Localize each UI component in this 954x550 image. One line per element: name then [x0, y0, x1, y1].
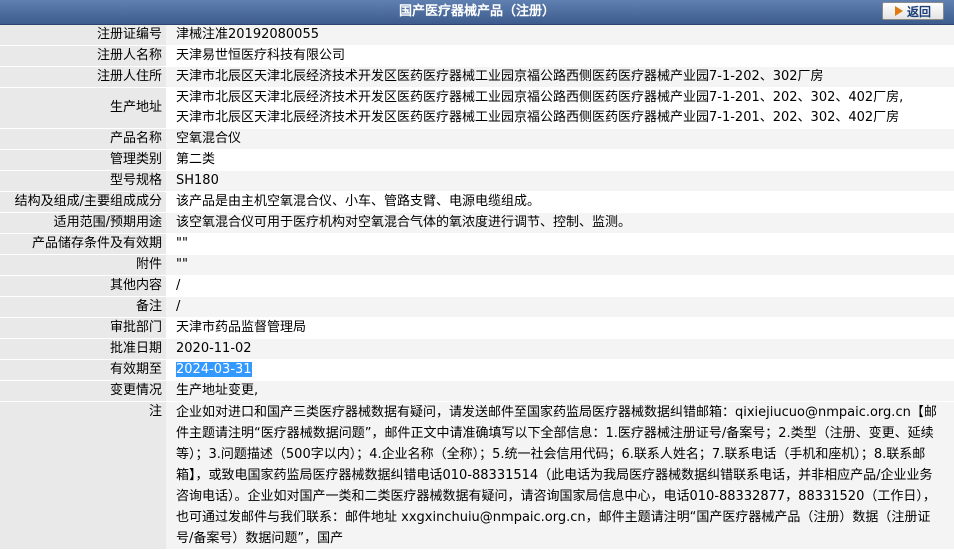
remark-text: 企业如对进口和国产三类医疗器械数据有疑问，请发送邮件至国家药监局医疗器械数据纠错…	[176, 405, 937, 546]
field-value: 第二类	[166, 149, 954, 171]
field-value: 该空氧混合仪可用于医疗机构对空氧混合气体的氧浓度进行调节、控制、监测。	[166, 212, 954, 234]
field-label: 注册人名称	[0, 45, 166, 67]
field-value: 天津市药品监督管理局	[166, 317, 954, 339]
table-row: 备注 /	[0, 296, 954, 318]
field-value: 天津市北辰区天津北辰经济技术开发区医药医疗器械工业园京福公路西侧医药医疗器械产业…	[166, 66, 954, 88]
field-label: 附件	[0, 254, 166, 276]
field-label: 注册证编号	[0, 25, 166, 46]
field-value: 空氧混合仪	[166, 128, 954, 150]
back-button[interactable]: 返回	[882, 2, 944, 20]
field-label: 结构及组成/主要组成成分	[0, 191, 166, 213]
field-value: ""	[166, 233, 954, 255]
table-row: 注册证编号 津械注准20192080055	[0, 25, 954, 46]
field-label: 审批部门	[0, 317, 166, 339]
field-value: 天津市北辰区天津北辰经济技术开发区医药医疗器械工业园京福公路西侧医药医疗器械产业…	[166, 87, 954, 129]
field-value: 天津易世恒医疗科技有限公司	[166, 45, 954, 67]
field-value: SH180	[166, 170, 954, 192]
table-row: 管理类别 第二类	[0, 149, 954, 171]
field-value: 该产品是由主机空氧混合仪、小车、管路支臂、电源电缆组成。	[166, 191, 954, 213]
field-label: 适用范围/预期用途	[0, 212, 166, 234]
table-row: 批准日期 2020-11-02	[0, 338, 954, 360]
table-row: 型号规格 SH180	[0, 170, 954, 192]
page-title: 国产医疗器械产品（注册）	[398, 4, 555, 19]
table-row: 审批部门 天津市药品监督管理局	[0, 317, 954, 339]
detail-table: 注册证编号 津械注准20192080055 注册人名称 天津易世恒医疗科技有限公…	[0, 25, 954, 550]
field-label: 注册人住所	[0, 66, 166, 88]
table-row: 注册人名称 天津易世恒医疗科技有限公司	[0, 45, 954, 67]
table-row: 适用范围/预期用途 该空氧混合仪可用于医疗机构对空氧混合气体的氧浓度进行调节、控…	[0, 212, 954, 234]
table-row: 其他内容 /	[0, 275, 954, 297]
field-value: 2024-03-31	[166, 359, 954, 381]
field-label: 生产地址	[0, 87, 166, 129]
production-address-line-1: 天津市北辰区天津北辰经济技术开发区医药医疗器械工业园京福公路西侧医药医疗器械产业…	[176, 90, 904, 105]
field-value: 2020-11-02	[166, 338, 954, 360]
field-label: 其他内容	[0, 275, 166, 297]
field-value: /	[166, 275, 954, 297]
field-label: 备注	[0, 296, 166, 318]
table-row: 附件 ""	[0, 254, 954, 276]
table-row: 产品储存条件及有效期 ""	[0, 233, 954, 255]
remark-label: 注	[0, 401, 166, 550]
field-label: 产品名称	[0, 128, 166, 150]
table-row: 变更情况 生产地址变更,	[0, 380, 954, 402]
field-value: /	[166, 296, 954, 318]
field-label: 产品储存条件及有效期	[0, 233, 166, 255]
table-row: 结构及组成/主要组成成分 该产品是由主机空氧混合仪、小车、管路支臂、电源电缆组成…	[0, 191, 954, 213]
field-value: ""	[166, 254, 954, 276]
back-button-label: 返回	[906, 4, 931, 19]
remark-value: 企业如对进口和国产三类医疗器械数据有疑问，请发送邮件至国家药监局医疗器械数据纠错…	[166, 401, 954, 550]
field-label: 管理类别	[0, 149, 166, 171]
arrow-right-icon	[894, 6, 903, 16]
field-value: 津械注准20192080055	[166, 25, 954, 46]
field-label: 批准日期	[0, 338, 166, 360]
production-address-line-2: 天津市北辰区天津北辰经济技术开发区医药医疗器械工业园京福公路西侧医药医疗器械产业…	[176, 110, 900, 125]
field-value: 生产地址变更,	[166, 380, 954, 402]
field-label: 变更情况	[0, 380, 166, 402]
table-row: 有效期至 2024-03-31	[0, 359, 954, 381]
field-label: 有效期至	[0, 359, 166, 381]
table-row: 生产地址 天津市北辰区天津北辰经济技术开发区医药医疗器械工业园京福公路西侧医药医…	[0, 87, 954, 129]
expiry-date-selected-text[interactable]: 2024-03-31	[176, 362, 252, 377]
table-row-remark: 注 企业如对进口和国产三类医疗器械数据有疑问，请发送邮件至国家药监局医疗器械数据…	[0, 401, 954, 550]
title-bar: 国产医疗器械产品（注册） 返回	[0, 0, 954, 25]
table-row: 注册人住所 天津市北辰区天津北辰经济技术开发区医药医疗器械工业园京福公路西侧医药…	[0, 66, 954, 88]
table-row: 产品名称 空氧混合仪	[0, 128, 954, 150]
field-label: 型号规格	[0, 170, 166, 192]
